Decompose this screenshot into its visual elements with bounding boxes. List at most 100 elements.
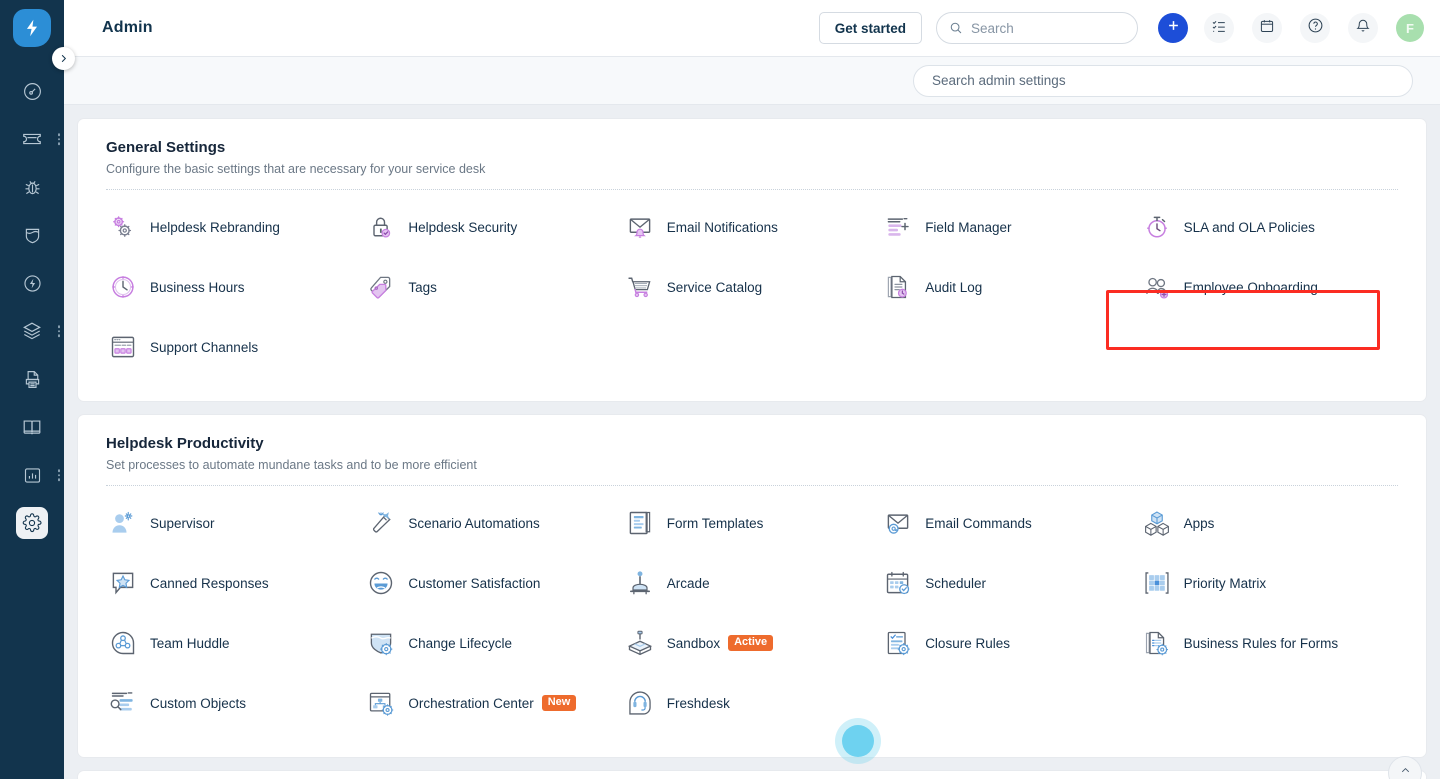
card-general-settings: General Settings Configure the basic set… xyxy=(78,119,1426,401)
flash-circle-icon xyxy=(16,267,48,299)
tile-change-lifecycle[interactable]: Change Lifecycle xyxy=(364,613,622,673)
tile-label: Email Commands xyxy=(925,516,1032,531)
magic-wand-icon xyxy=(364,506,398,540)
lock-check-icon xyxy=(364,210,398,244)
tasks-button[interactable] xyxy=(1204,13,1234,43)
tile-helpdesk-security[interactable]: Helpdesk Security xyxy=(364,197,622,257)
sidebar-item-admin[interactable] xyxy=(0,499,64,547)
tile-business-hours[interactable]: Business Hours xyxy=(106,257,364,317)
tile-custom-objects[interactable]: Custom Objects xyxy=(106,673,364,733)
tile-label: Scheduler xyxy=(925,576,986,591)
sidebar-item-releases[interactable] xyxy=(0,259,64,307)
tile-canned-responses[interactable]: Canned Responses xyxy=(106,553,364,613)
get-started-button[interactable]: Get started xyxy=(819,12,922,44)
tile-business-rules-for-forms[interactable]: Business Rules for Forms xyxy=(1140,613,1398,673)
global-search-input[interactable]: Search xyxy=(936,12,1138,44)
tile-employee-onboarding[interactable]: Employee Onboarding xyxy=(1140,257,1398,317)
team-node-icon xyxy=(106,626,140,660)
admin-search-input[interactable]: Search admin settings xyxy=(913,65,1413,97)
section-title: General Settings xyxy=(106,139,1398,156)
calendar-icon xyxy=(1259,18,1275,39)
tile-support-channels[interactable]: Support Channels xyxy=(106,317,364,377)
sidebar-item-dashboard[interactable] xyxy=(0,67,64,115)
tile-label: Custom Objects xyxy=(150,696,246,711)
cart-icon xyxy=(623,270,657,304)
tile-helpdesk-rebranding[interactable]: Helpdesk Rebranding xyxy=(106,197,364,257)
document-clock-icon xyxy=(881,270,915,304)
tile-sla-and-ola-policies[interactable]: SLA and OLA Policies xyxy=(1140,197,1398,257)
tile-email-notifications[interactable]: Email Notifications xyxy=(623,197,881,257)
tile-freshdesk[interactable]: Freshdesk xyxy=(623,673,881,733)
tile-email-commands[interactable]: Email Commands xyxy=(881,493,1139,553)
expand-nav-button[interactable] xyxy=(52,47,75,70)
section-divider xyxy=(106,485,1398,486)
ticket-icon xyxy=(16,123,48,155)
scroll-to-top-button[interactable] xyxy=(1388,756,1422,779)
section-subtitle: Configure the basic settings that are ne… xyxy=(106,162,1398,176)
tile-arcade[interactable]: Arcade xyxy=(623,553,881,613)
tile-label: Business Rules for Forms xyxy=(1184,636,1339,651)
sidebar-item-assets[interactable] xyxy=(0,307,64,355)
sidebar-tickets-menu-icon[interactable] xyxy=(58,133,61,145)
tile-label: Business Hours xyxy=(150,280,245,295)
tile-priority-matrix[interactable]: Priority Matrix xyxy=(1140,553,1398,613)
page-title: Admin xyxy=(102,19,153,37)
tile-sandbox[interactable]: Sandbox Active xyxy=(623,613,881,673)
app-logo[interactable] xyxy=(13,9,51,47)
envelope-bell-icon xyxy=(623,210,657,244)
create-new-button[interactable] xyxy=(1158,13,1188,43)
help-button[interactable] xyxy=(1300,13,1330,43)
sidebar-item-changes[interactable] xyxy=(0,211,64,259)
tile-closure-rules[interactable]: Closure Rules xyxy=(881,613,1139,673)
checklist-gear-icon xyxy=(881,626,915,660)
sidebar-assets-menu-icon[interactable] xyxy=(58,325,61,337)
tile-orchestration-center[interactable]: Orchestration Center New xyxy=(364,673,622,733)
chevron-up-icon xyxy=(1399,764,1412,779)
channels-window-icon xyxy=(106,330,140,364)
tile-service-catalog[interactable]: Service Catalog xyxy=(623,257,881,317)
section-divider xyxy=(106,189,1398,190)
tile-label: Field Manager xyxy=(925,220,1011,235)
helpdesk-productivity-grid: Supervisor Scenario Automations Form Tem… xyxy=(106,493,1398,733)
tile-scenario-automations[interactable]: Scenario Automations xyxy=(364,493,622,553)
gear-icon xyxy=(16,507,48,539)
main-area: Admin Get started Search xyxy=(64,0,1440,779)
avatar[interactable]: F xyxy=(1396,14,1424,42)
sidebar-item-analytics[interactable] xyxy=(0,451,64,499)
calendar-check-icon xyxy=(881,566,915,600)
tile-field-manager[interactable]: Field Manager xyxy=(881,197,1139,257)
person-spark-icon xyxy=(106,506,140,540)
tile-team-huddle[interactable]: Team Huddle xyxy=(106,613,364,673)
tile-customer-satisfaction[interactable]: Customer Satisfaction xyxy=(364,553,622,613)
sidebar-analytics-menu-icon[interactable] xyxy=(58,469,61,481)
sidebar-item-solutions[interactable] xyxy=(0,403,64,451)
calendar-button[interactable] xyxy=(1252,13,1282,43)
tile-supervisor[interactable]: Supervisor xyxy=(106,493,364,553)
tile-tags[interactable]: Tags xyxy=(364,257,622,317)
admin-settings-page: Admin Get started Search xyxy=(0,0,1440,779)
tile-label: Helpdesk Security xyxy=(408,220,517,235)
sandbox-icon xyxy=(623,626,657,660)
sidebar-item-tickets[interactable] xyxy=(0,115,64,163)
card-helpdesk-productivity: Helpdesk Productivity Set processes to a… xyxy=(78,415,1426,757)
tile-label: SLA and OLA Policies xyxy=(1184,220,1315,235)
tile-label: Helpdesk Rebranding xyxy=(150,220,280,235)
sidebar-item-contracts[interactable] xyxy=(0,355,64,403)
tile-label: Customer Satisfaction xyxy=(408,576,540,591)
sidebar-item-problems[interactable] xyxy=(0,163,64,211)
tile-label: Email Notifications xyxy=(667,220,778,235)
notifications-button[interactable] xyxy=(1348,13,1378,43)
bell-icon xyxy=(1355,18,1371,39)
admin-sub-bar: Search admin settings xyxy=(64,57,1440,105)
tile-form-templates[interactable]: Form Templates xyxy=(623,493,881,553)
plus-icon xyxy=(1166,18,1181,38)
tile-scheduler[interactable]: Scheduler xyxy=(881,553,1139,613)
tile-apps[interactable]: Apps xyxy=(1140,493,1398,553)
tile-label: Closure Rules xyxy=(925,636,1010,651)
envelope-at-icon xyxy=(881,506,915,540)
gauge-icon xyxy=(16,75,48,107)
tile-audit-log[interactable]: Audit Log xyxy=(881,257,1139,317)
tile-label: Audit Log xyxy=(925,280,982,295)
tasks-icon xyxy=(1211,18,1227,39)
tile-label: Form Templates xyxy=(667,516,764,531)
